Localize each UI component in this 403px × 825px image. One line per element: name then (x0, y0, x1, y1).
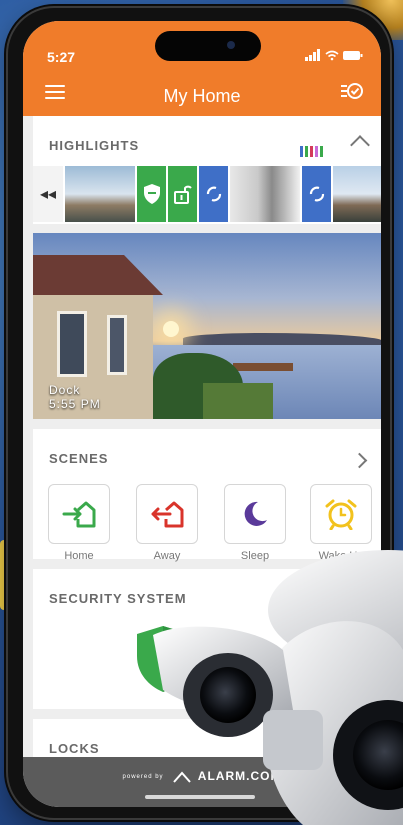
status-icons (305, 49, 363, 64)
camera-name: Dock (49, 383, 81, 397)
camera-thumbnail[interactable] (333, 166, 381, 222)
scene-wake-tile (310, 484, 372, 544)
camera-feed[interactable]: Dock 5:55 PM (33, 233, 381, 419)
scenes-heading: SCENES (49, 451, 109, 466)
link-glyph (206, 186, 221, 202)
status-time: 5:27 (47, 49, 76, 65)
page-title: My Home (163, 86, 241, 106)
link-icon[interactable] (302, 166, 331, 222)
link-glyph (309, 186, 324, 202)
feed-grass (203, 383, 273, 419)
feed-caption: Dock 5:55 PM (49, 383, 101, 411)
rewind-icon[interactable]: ◂◂ (33, 166, 63, 222)
feed-window (107, 315, 127, 375)
highlights-strip[interactable]: ◂◂ (33, 166, 381, 222)
link-icon[interactable] (199, 166, 228, 222)
dynamic-island (155, 31, 261, 61)
scene-away-tile (136, 484, 198, 544)
scene-home-tile (48, 484, 110, 544)
scene-sleep-tile (224, 484, 286, 544)
home-arrive-icon (62, 501, 96, 528)
highlights-heading: HIGHLIGHTS (49, 138, 140, 153)
chevron-right-icon[interactable] (351, 452, 368, 469)
feed-sun (163, 321, 179, 337)
unlocked-icon[interactable] (168, 166, 197, 222)
camera-thumbnail[interactable] (230, 166, 300, 222)
security-camera-hardware (153, 550, 403, 825)
moon-icon (244, 501, 267, 526)
shield-glyph (143, 184, 160, 204)
feed-dock (233, 363, 293, 371)
highlights-color-legend (300, 146, 323, 157)
checklist-svg (341, 83, 363, 99)
alarm-clock-icon (325, 499, 357, 530)
camera-thumbnail[interactable] (65, 166, 135, 222)
unlock-glyph (173, 185, 192, 204)
collapse-chevron-icon[interactable] (350, 135, 370, 155)
home-leave-icon (151, 501, 184, 528)
scene-home[interactable]: Home (47, 484, 111, 562)
front-camera (227, 41, 235, 49)
app-header: 5:27 My Home (23, 21, 381, 116)
checklist-icon[interactable] (341, 81, 363, 106)
locks-heading: LOCKS (49, 741, 100, 756)
feed-window (57, 311, 87, 377)
scene-label: Home (64, 550, 94, 562)
highlights-panel: HIGHLIGHTS ◂◂ (33, 116, 381, 224)
camera-timestamp: 5:55 PM (49, 397, 101, 411)
security-shield-icon[interactable] (137, 166, 166, 222)
signal-wifi-battery-icon (305, 49, 363, 61)
